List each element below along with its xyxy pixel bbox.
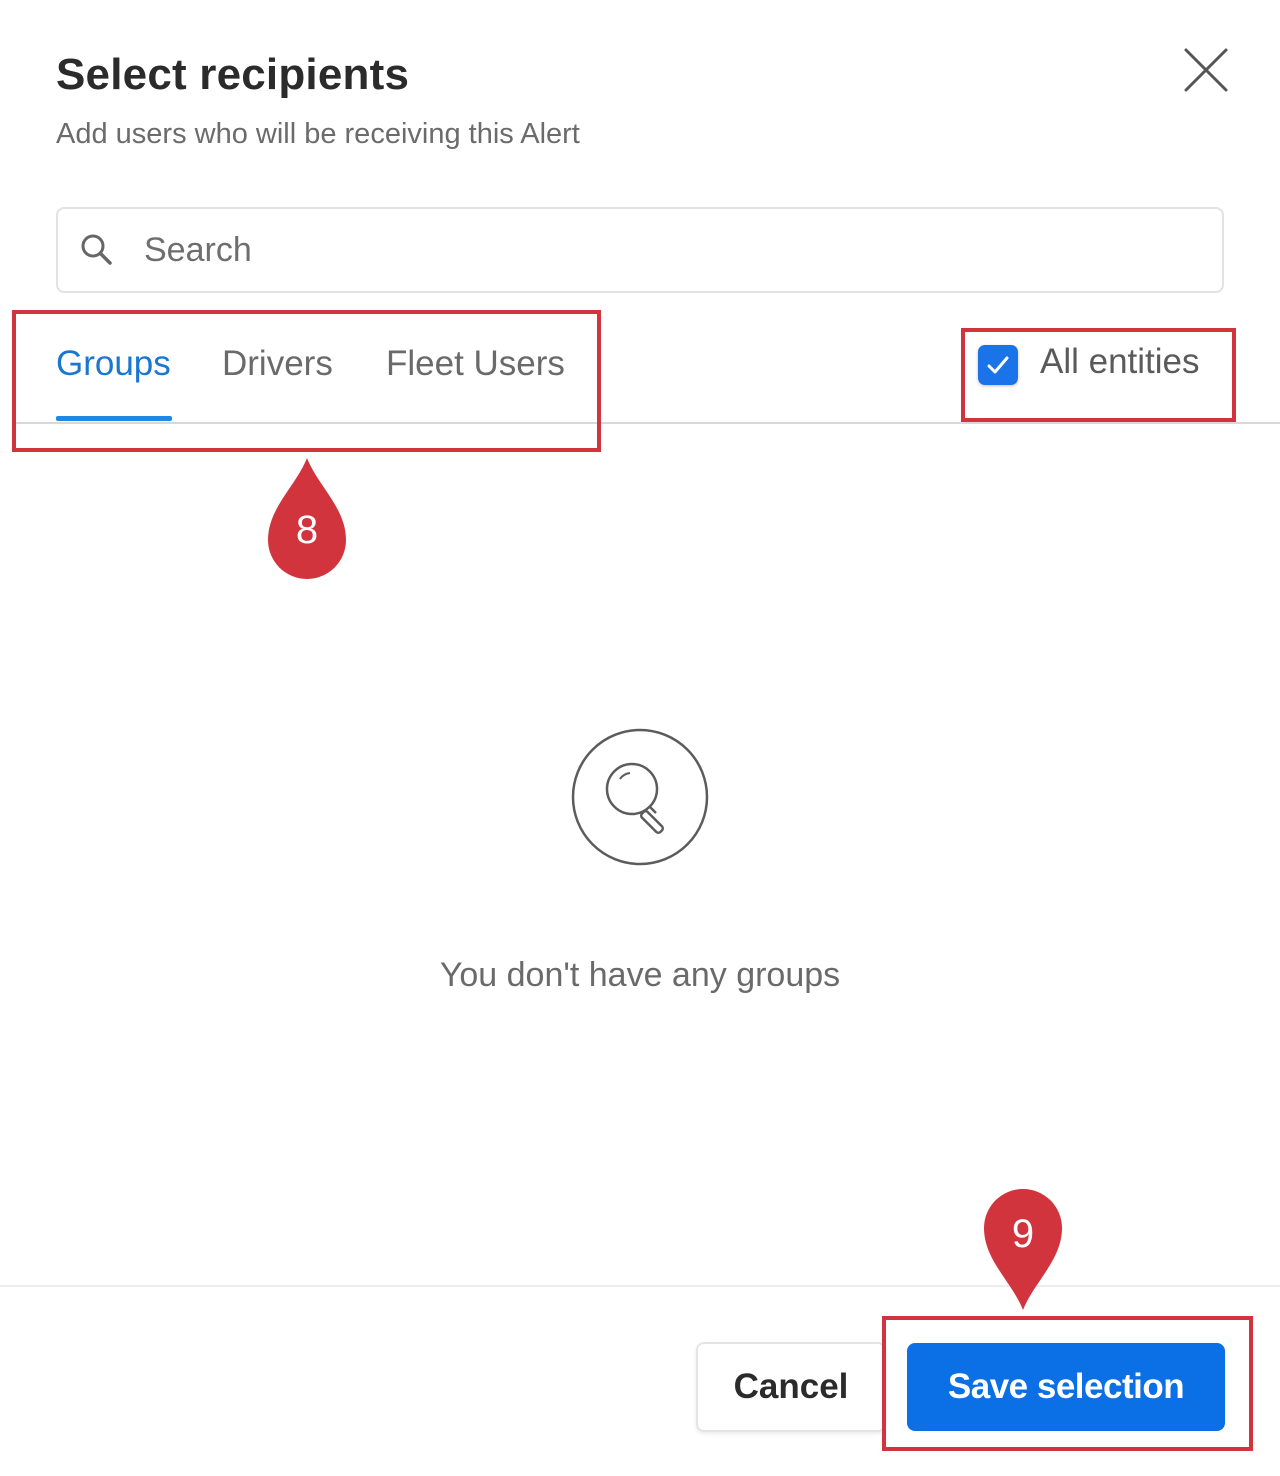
tab-groups[interactable]: Groups [56, 344, 171, 384]
tab-drivers[interactable]: Drivers [222, 344, 333, 384]
empty-state-message: You don't have any groups [439, 956, 841, 994]
annotation-marker-9: 9 [982, 1188, 1064, 1312]
cancel-button[interactable]: Cancel [696, 1342, 886, 1432]
close-icon [1184, 48, 1228, 92]
checkmark-icon [987, 356, 1009, 374]
all-entities-label[interactable]: All entities [1040, 342, 1200, 382]
tab-fleet-users[interactable]: Fleet Users [386, 344, 565, 384]
empty-state-search-icon [571, 728, 709, 866]
search-box[interactable] [56, 207, 1224, 293]
search-input[interactable] [144, 223, 1204, 277]
all-entities-checkbox[interactable] [978, 345, 1018, 385]
close-button[interactable] [1180, 44, 1232, 96]
dialog-title: Select recipients [56, 50, 410, 99]
annotation-marker-label: 8 [295, 508, 319, 552]
annotation-marker-8: 8 [266, 456, 348, 580]
tabs-divider [12, 422, 1280, 424]
save-selection-button[interactable]: Save selection [907, 1343, 1225, 1431]
active-tab-indicator [56, 416, 172, 421]
footer-divider [0, 1285, 1280, 1287]
search-icon [81, 234, 112, 265]
dialog-subtitle: Add users who will be receiving this Ale… [56, 118, 580, 150]
annotation-marker-label: 9 [1011, 1212, 1035, 1256]
